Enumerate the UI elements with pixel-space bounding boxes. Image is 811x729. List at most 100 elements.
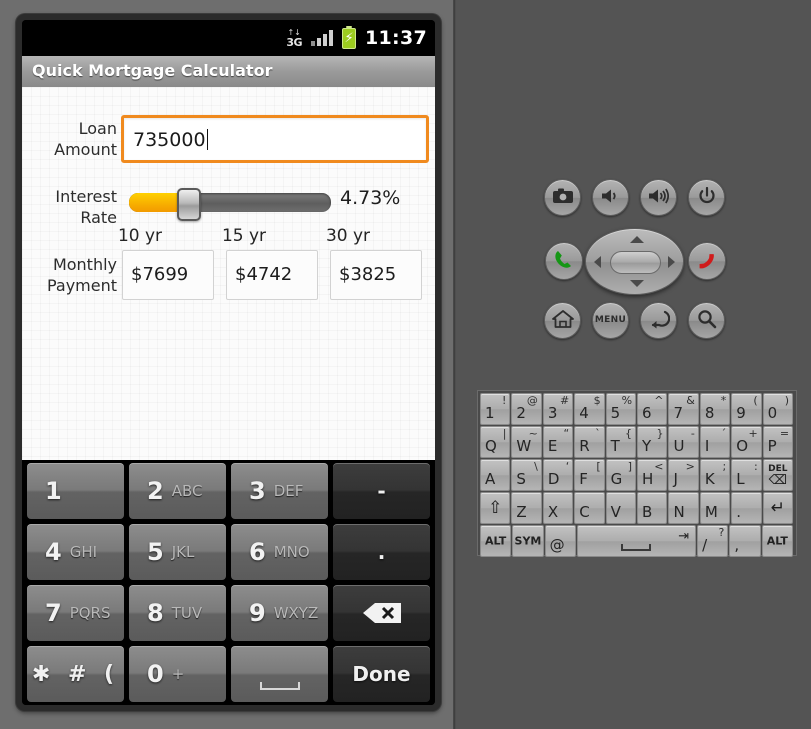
qkey-at[interactable]: @ [544, 525, 576, 557]
qkey-3[interactable]: 3 # [542, 393, 574, 425]
qkey-sym[interactable]: SYM [512, 525, 544, 557]
backspace-icon-svg [362, 603, 401, 623]
menu-label: MENU [594, 315, 627, 325]
key-space[interactable] [231, 646, 328, 702]
qkey-5[interactable]: 5% [605, 393, 637, 425]
search-button[interactable] [688, 302, 725, 339]
qkey-z-main: Z [516, 503, 527, 521]
loan-amount-input[interactable]: 735000 [121, 115, 429, 163]
qkey-7[interactable]: 7 & [668, 393, 699, 425]
qkey-m[interactable]: M [699, 492, 731, 524]
qkey-7-main: 7 [673, 404, 683, 422]
slider-thumb[interactable] [177, 188, 201, 221]
keypad-row: 4 GHI 5 JKL 6 MNO . [22, 524, 435, 580]
key-4[interactable]: 4 GHI [27, 524, 124, 580]
app-content: Loan Amount 735000 Interest Rate 4.73% 1… [22, 87, 435, 460]
qkey-v[interactable]: V [605, 492, 637, 524]
qkey-e[interactable]: E “ [542, 426, 574, 458]
key-0[interactable]: 0 + [129, 646, 226, 702]
qkey-f[interactable]: F[ [574, 459, 605, 491]
qkey-slash[interactable]: /? [697, 525, 729, 557]
qkey-6[interactable]: 6 ^ [637, 393, 668, 425]
qkey-x[interactable]: X [542, 492, 574, 524]
key-period[interactable]: . [333, 524, 430, 580]
qkey-0[interactable]: 0) [762, 393, 794, 425]
menu-button[interactable]: MENU [592, 302, 629, 339]
home-icon [551, 309, 574, 332]
power-button[interactable] [688, 179, 725, 216]
key-backspace[interactable] [333, 585, 430, 641]
key-8[interactable]: 8 TUV [129, 585, 226, 641]
key-star-hash[interactable]: ✱ # ( [27, 646, 124, 702]
key-5[interactable]: 5 JKL [129, 524, 226, 580]
qkey-alt-right[interactable]: ALT [761, 525, 793, 557]
interest-rate-slider[interactable] [129, 188, 331, 221]
qkey-slash-alt: ? [718, 526, 725, 539]
qkey-delete[interactable]: DEL ⌫ [762, 459, 794, 491]
key-done[interactable]: Done [333, 646, 430, 702]
qkey-comma[interactable]: , [729, 525, 761, 557]
qkey-4-alt: $ [593, 394, 601, 407]
qkey-alt-left-label: ALT [485, 534, 507, 548]
camera-button[interactable] [544, 179, 581, 216]
qkey-h[interactable]: H < [637, 459, 668, 491]
call-icon [553, 249, 575, 274]
qkey-l[interactable]: L: [731, 459, 762, 491]
qkey-q[interactable]: Q | [480, 426, 511, 458]
qkey-t-main: T [610, 437, 620, 455]
key-9[interactable]: 9 WXYZ [231, 585, 328, 641]
qkey-t[interactable]: T{ [605, 426, 637, 458]
qkey-4[interactable]: 4 $ [574, 393, 605, 425]
qkey-g[interactable]: G] [605, 459, 637, 491]
qkey-9[interactable]: 9( [731, 393, 762, 425]
qkey-c[interactable]: C [574, 492, 605, 524]
home-button[interactable] [544, 302, 581, 339]
dpad-center-button[interactable] [610, 251, 661, 274]
qkey-j[interactable]: J > [668, 459, 699, 491]
qkey-d[interactable]: D ‘ [542, 459, 574, 491]
key-3[interactable]: 3 DEF [231, 463, 328, 519]
end-call-button[interactable] [688, 242, 726, 280]
qkey-w[interactable]: W ~ [511, 426, 542, 458]
key-6[interactable]: 6 MNO [231, 524, 328, 580]
key-minus[interactable]: - [333, 463, 430, 519]
qkey-period[interactable]: . [731, 492, 762, 524]
qkey-shift[interactable]: ⇧ [480, 492, 511, 524]
dpad-up-arrow[interactable] [630, 236, 644, 243]
qkey-k[interactable]: K; [699, 459, 731, 491]
qkey-r[interactable]: R ` [574, 426, 605, 458]
call-button[interactable] [545, 242, 583, 280]
qkey-a[interactable]: A [480, 459, 511, 491]
qkey-space[interactable]: ⇥ [576, 525, 697, 557]
qkey-n[interactable]: N [668, 492, 699, 524]
qkey-z[interactable]: Z [511, 492, 542, 524]
qkey-enter[interactable]: ↵ [762, 492, 794, 524]
qkey-c-main: C [579, 503, 590, 521]
qkey-y[interactable]: Y} [637, 426, 668, 458]
payment-box-30yr: $3825 [330, 250, 422, 300]
qkey-b[interactable]: B [637, 492, 668, 524]
dpad-right-arrow[interactable] [668, 256, 675, 268]
key-7[interactable]: 7 PQRS [27, 585, 124, 641]
key-2[interactable]: 2 ABC [129, 463, 226, 519]
key-1[interactable]: 1 [27, 463, 124, 519]
qkey-u[interactable]: U- [668, 426, 699, 458]
dpad-down-arrow[interactable] [630, 280, 644, 287]
term-header-15yr: 15 yr [221, 226, 267, 246]
qkey-b-main: B [642, 503, 653, 521]
dpad-left-arrow[interactable] [594, 256, 601, 268]
volume-down-button[interactable] [592, 179, 629, 216]
dpad-control[interactable] [585, 228, 684, 295]
key-star-hash-label: ✱ # ( [31, 661, 120, 687]
qkey-alt-left[interactable]: ALT [480, 525, 512, 557]
qkey-8[interactable]: 8 * [699, 393, 731, 425]
back-button[interactable] [640, 302, 677, 339]
volume-up-button[interactable] [640, 179, 677, 216]
qkey-1[interactable]: 1! [480, 393, 511, 425]
qkey-i[interactable]: I ´ [699, 426, 731, 458]
qkey-p[interactable]: P = [762, 426, 794, 458]
qkey-s[interactable]: S \ [511, 459, 542, 491]
qkey-2-alt: @ [526, 394, 538, 407]
qkey-2[interactable]: 2 @ [511, 393, 542, 425]
qkey-o[interactable]: O + [731, 426, 762, 458]
